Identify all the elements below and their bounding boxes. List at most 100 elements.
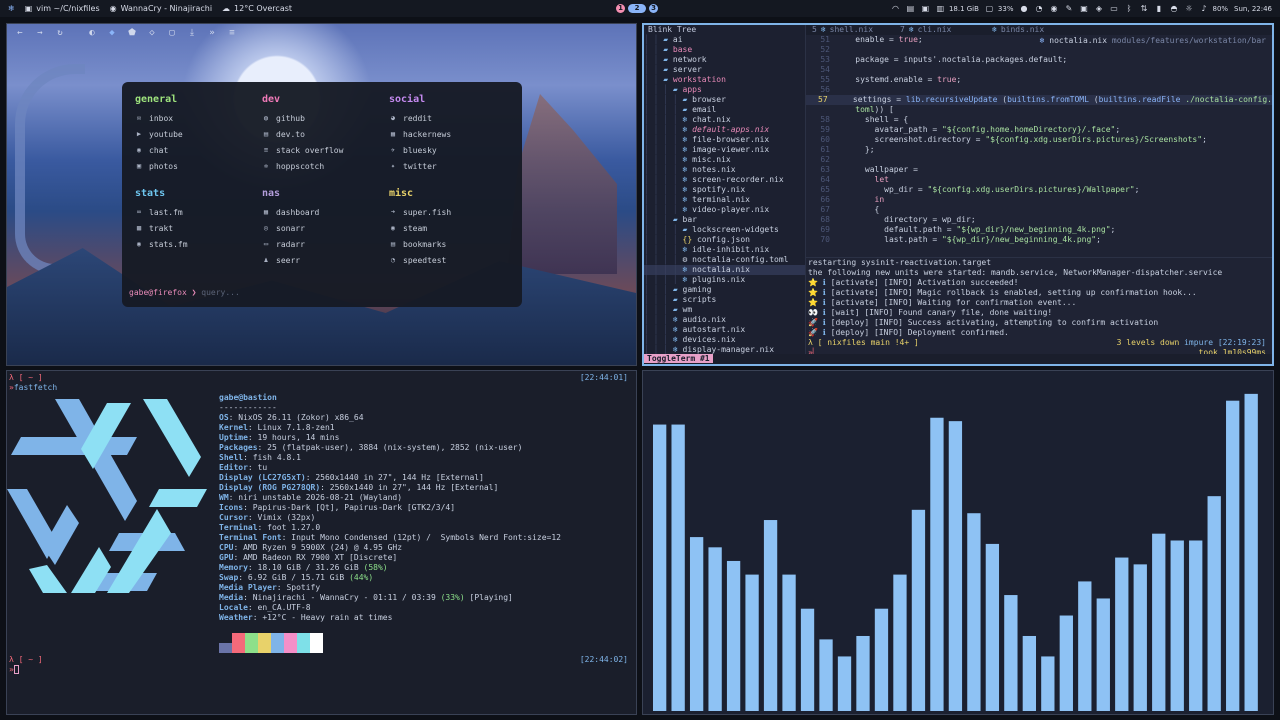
back-icon[interactable]: ← bbox=[14, 28, 26, 38]
tree-file[interactable]: │ │ │ │ ❄ default-apps.nix bbox=[644, 125, 805, 135]
clock[interactable]: Sun, 22:46 bbox=[1234, 5, 1272, 13]
tree-file[interactable]: │ │ │ │ {} config.json bbox=[644, 235, 805, 245]
tree-file[interactable]: │ │ │ │ ❄ misc.nix bbox=[644, 155, 805, 165]
chip-icon[interactable]: ▣ bbox=[921, 4, 930, 13]
tab-shell-nix[interactable]: 5 ❄ shell.nix bbox=[806, 25, 894, 35]
tab-cli-nix[interactable]: 7 ❄ cli.nix bbox=[894, 25, 982, 35]
network-icon[interactable]: ⇅ bbox=[1139, 4, 1148, 13]
link-hackernews[interactable]: ▦ hackernews bbox=[389, 126, 509, 142]
tree-file[interactable]: │ │ │ │ ❄ image-viewer.nix bbox=[644, 145, 805, 155]
tree-folder[interactable]: │ │ ▰ workstation bbox=[644, 75, 805, 85]
steam-tray-icon[interactable]: ◉ bbox=[1049, 4, 1058, 13]
pin-icon[interactable]: ✎ bbox=[1064, 4, 1073, 13]
link-steam[interactable]: ◉ steam bbox=[389, 220, 509, 236]
terminal-window[interactable]: λ [ ~ ] [22:44:01] »fastfetch gabe@basti… bbox=[6, 370, 637, 715]
tree-folder[interactable]: │ │ │ │ ▰ lockscreen-widgets bbox=[644, 225, 805, 235]
incognito-icon[interactable]: ◐ bbox=[86, 28, 98, 38]
tree-file[interactable]: │ │ │ │ ❄ noctalia.nix bbox=[644, 265, 805, 275]
tree-file[interactable]: │ │ │ │ ❄ plugins.nix bbox=[644, 275, 805, 285]
active-window[interactable]: ▣ vim ~/C/nixfiles bbox=[25, 4, 100, 13]
link-radarr[interactable]: ▭ radarr bbox=[262, 236, 382, 252]
link-stats-fm[interactable]: ◉ stats.fm bbox=[135, 236, 255, 252]
link-sonarr[interactable]: ◎ sonarr bbox=[262, 220, 382, 236]
record-icon[interactable]: ● bbox=[1019, 4, 1028, 13]
screen-icon[interactable]: ▭ bbox=[1109, 4, 1118, 13]
tree-file[interactable]: │ │ │ ❄ devices.nix bbox=[644, 335, 805, 345]
shield-icon[interactable]: ◈ bbox=[1094, 4, 1103, 13]
link-github[interactable]: ◍ github bbox=[262, 110, 382, 126]
link-youtube[interactable]: ▶ youtube bbox=[135, 126, 255, 142]
tree-folder[interactable]: │ │ ▰ network bbox=[644, 55, 805, 65]
nixos-logo-icon[interactable]: ❄ bbox=[8, 4, 15, 13]
command-line-2[interactable]: » bbox=[9, 665, 19, 675]
tree-file[interactable]: │ │ │ ❄ audio.nix bbox=[644, 315, 805, 325]
tree-folder[interactable]: │ │ │ │ ▰ email bbox=[644, 105, 805, 115]
tree-file[interactable]: │ │ │ │ ⚙ noctalia-config.toml bbox=[644, 255, 805, 265]
tree-file[interactable]: │ │ │ ❄ autostart.nix bbox=[644, 325, 805, 335]
link-reddit[interactable]: ◕ reddit bbox=[389, 110, 509, 126]
link-twitter[interactable]: ✦ twitter bbox=[389, 158, 509, 174]
weather-widget[interactable]: ☁ 12°C Overcast bbox=[222, 4, 292, 13]
battery-widget[interactable]: ♪ 80% bbox=[1199, 4, 1228, 13]
link-trakt[interactable]: ▩ trakt bbox=[135, 220, 255, 236]
link-speedtest[interactable]: ◔ speedtest bbox=[389, 252, 509, 268]
reload-icon[interactable]: ↻ bbox=[54, 28, 66, 38]
tree-file[interactable]: │ │ │ │ ❄ notes.nix bbox=[644, 165, 805, 175]
tab-binds-nix[interactable]: ❄ binds.nix bbox=[982, 25, 1070, 35]
discord-icon[interactable]: ◔ bbox=[1034, 4, 1043, 13]
link-hoppscotch[interactable]: ✲ hoppscotch bbox=[262, 158, 382, 174]
tree-file[interactable]: │ │ │ │ ❄ idle-inhibit.nix bbox=[644, 245, 805, 255]
tree-file[interactable]: │ │ │ │ ❄ terminal.nix bbox=[644, 195, 805, 205]
tree-file[interactable]: │ │ │ │ ❄ file-browser.nix bbox=[644, 135, 805, 145]
bluetooth-icon[interactable]: ᛒ bbox=[1124, 4, 1133, 13]
cpu-usage[interactable]: ▢ 33% bbox=[985, 4, 1014, 13]
wifi-icon[interactable]: ◠ bbox=[891, 4, 900, 13]
workspace-2[interactable]: 2 bbox=[628, 4, 646, 13]
menu-icon[interactable]: ≡ bbox=[226, 28, 238, 38]
toggleterm[interactable]: restarting sysinit-reactivation.target th… bbox=[806, 257, 1272, 358]
tree-folder[interactable]: │ │ │ ▰ gaming bbox=[644, 285, 805, 295]
tree-folder[interactable]: │ │ │ │ ▰ browser bbox=[644, 95, 805, 105]
tree-folder[interactable]: │ │ │ ▰ scripts bbox=[644, 295, 805, 305]
tree-file[interactable]: │ │ │ │ ❄ spotify.nix bbox=[644, 185, 805, 195]
workspace-3[interactable]: 3 bbox=[649, 4, 658, 13]
tree-folder[interactable]: │ │ ▰ ai bbox=[644, 35, 805, 45]
forward-icon[interactable]: → bbox=[34, 28, 46, 38]
bitwarden-icon[interactable]: ◆ bbox=[106, 28, 118, 38]
workspace-1[interactable]: 1 bbox=[616, 4, 625, 13]
link-photos[interactable]: ▣ photos bbox=[135, 158, 255, 174]
link-chat[interactable]: ◉ chat bbox=[135, 142, 255, 158]
link-super-fish[interactable]: ➜ super.fish bbox=[389, 204, 509, 220]
link-inbox[interactable]: ✉ inbox bbox=[135, 110, 255, 126]
query-input[interactable]: query... bbox=[201, 288, 240, 297]
link-seerr[interactable]: ♟ seerr bbox=[262, 252, 382, 268]
tree-file[interactable]: │ │ │ │ ❄ screen-recorder.nix bbox=[644, 175, 805, 185]
overflow-icon[interactable]: » bbox=[206, 28, 218, 38]
download-icon[interactable]: ⤓ bbox=[186, 28, 198, 38]
link-stack-overflow[interactable]: ≡ stack overflow bbox=[262, 142, 382, 158]
tree-file[interactable]: │ │ │ │ ❄ video-player.nix bbox=[644, 205, 805, 215]
link-bookmarks[interactable]: ▤ bookmarks bbox=[389, 236, 509, 252]
link-bluesky[interactable]: ✈ bluesky bbox=[389, 142, 509, 158]
ublock-icon[interactable]: ⬟ bbox=[126, 28, 138, 38]
media-widget[interactable]: ◉ WannaCry - Ninajirachi bbox=[110, 4, 212, 13]
link-last-fm[interactable]: ∞ last.fm bbox=[135, 204, 255, 220]
bell-icon[interactable]: ◓ bbox=[1169, 4, 1178, 13]
extension-icon[interactable]: ◇ bbox=[146, 28, 158, 38]
tree-file[interactable]: │ │ │ │ ❄ chat.nix bbox=[644, 115, 805, 125]
tree-folder[interactable]: │ │ │ ▰ wm bbox=[644, 305, 805, 315]
tree-folder[interactable]: │ │ ▰ base bbox=[644, 45, 805, 55]
lock-icon[interactable]: ▮ bbox=[1154, 4, 1163, 13]
tree-guide: │ │ │ │ bbox=[644, 135, 683, 144]
tree-folder[interactable]: │ │ │ ▰ bar bbox=[644, 215, 805, 225]
tree-folder[interactable]: │ │ ▰ server bbox=[644, 65, 805, 75]
nvidia-icon[interactable]: ▤ bbox=[906, 4, 915, 13]
link-dev-to[interactable]: ▤ dev.to bbox=[262, 126, 382, 142]
tray-box-icon[interactable]: ▣ bbox=[1079, 4, 1088, 13]
tree-folder[interactable]: │ │ │ ▰ apps bbox=[644, 85, 805, 95]
pocket-icon[interactable]: ▢ bbox=[166, 28, 178, 38]
link-dashboard[interactable]: ▦ dashboard bbox=[262, 204, 382, 220]
sun-icon[interactable]: ☼ bbox=[1184, 4, 1193, 13]
code-editor[interactable]: ❄ noctalia.nix modules/features/workstat… bbox=[806, 35, 1272, 257]
ram-usage[interactable]: ▥ 18.1 GiB bbox=[936, 4, 979, 13]
